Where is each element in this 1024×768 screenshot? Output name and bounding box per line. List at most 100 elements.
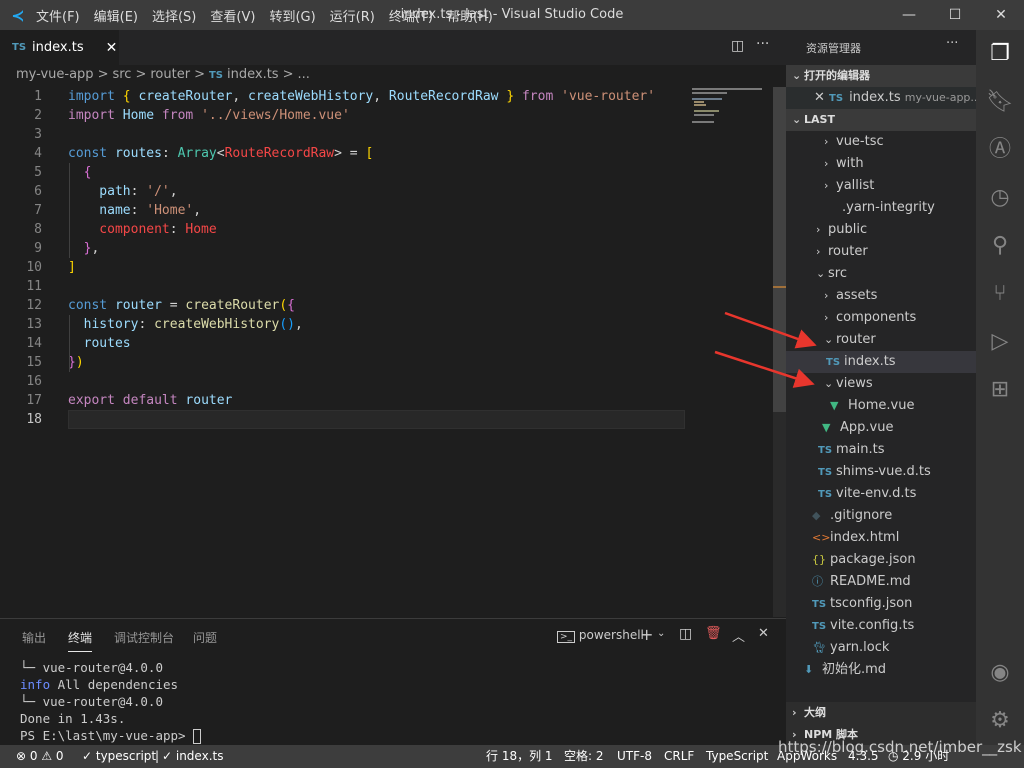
file-name: index.ts	[849, 90, 901, 105]
code-line[interactable]: history: createWebHistory(),	[68, 315, 303, 334]
open-editor-index-ts[interactable]: ✕ TS index.ts my-vue-app...	[786, 87, 981, 109]
code-line[interactable]: export default router	[68, 391, 232, 410]
code-token: [	[365, 146, 374, 161]
typescript-file-icon: TS	[818, 445, 833, 456]
code-line[interactable]: ]	[68, 258, 76, 277]
appworks-icon[interactable]: Ⓐ	[976, 126, 1024, 174]
search-icon[interactable]: ⚲	[976, 222, 1024, 270]
code-line[interactable]: name: 'Home',	[68, 201, 201, 220]
source-control-icon[interactable]: ⑂	[976, 270, 1024, 318]
code-line[interactable]: })	[68, 353, 84, 372]
more-actions-icon[interactable]: ···	[756, 36, 769, 52]
line-ending[interactable]: CRLF	[664, 745, 694, 768]
terminal-selector[interactable]: >_ powershell	[557, 628, 644, 643]
timeline-icon[interactable]: ◷	[976, 174, 1024, 222]
panel-tab-terminal[interactable]: 终端	[68, 629, 93, 652]
tree-item[interactable]: ◆ .gitignore	[786, 505, 976, 527]
code-token: ,	[193, 203, 202, 218]
menu-item[interactable]: 运行(R)	[330, 6, 375, 25]
split-editor-icon[interactable]: ◫	[731, 38, 744, 54]
tree-item[interactable]: {} package.json	[786, 549, 976, 571]
menu-item[interactable]: 转到(G)	[269, 6, 315, 25]
tab-index-ts[interactable]: TS index.ts ✕	[0, 30, 119, 65]
tree-item[interactable]: › with	[786, 153, 976, 175]
explorer-icon[interactable]: ❐	[976, 30, 1024, 78]
extensions-icon[interactable]: ⊞	[976, 366, 1024, 414]
folder-section-last[interactable]: ⌄ LAST	[786, 109, 976, 131]
tree-item[interactable]: TS vite.config.ts	[786, 615, 976, 637]
breadcrumb-item[interactable]: src	[112, 67, 131, 82]
arrow-to-views	[714, 350, 815, 388]
menu-bar: 文件(F) 编辑(E) 选择(S) 查看(V) 转到(G) 运行(R) 终端(T) 帮助(H)	[36, 6, 507, 25]
breadcrumb-item[interactable]: router	[150, 67, 190, 82]
code-line[interactable]: {	[68, 163, 92, 182]
tree-item[interactable]: › router	[786, 241, 976, 263]
menu-item[interactable]: 终端(T)	[389, 6, 433, 25]
line-number: 2	[34, 108, 42, 123]
tree-item[interactable]: › yallist	[786, 175, 976, 197]
file-check[interactable]: ✓ index.ts	[162, 745, 223, 768]
cursor-position[interactable]: 行 18，列 1	[486, 745, 553, 768]
typescript-check[interactable]: ✓ typescript	[82, 745, 156, 768]
tree-item[interactable]: ▼ App.vue	[786, 417, 976, 439]
code-line[interactable]: routes	[68, 334, 131, 353]
tree-item[interactable]: TS tsconfig.json	[786, 593, 976, 615]
tree-item[interactable]: › public	[786, 219, 976, 241]
open-editors-section[interactable]: ⌄ 打开的编辑器	[786, 65, 976, 87]
code-line[interactable]: component: Home	[68, 220, 216, 239]
menu-item[interactable]: 选择(S)	[152, 6, 196, 25]
tree-item[interactable]: ⬇ 初始化.md	[786, 659, 976, 681]
panel-tab-output[interactable]: 输出	[22, 629, 46, 646]
minimize-button[interactable]: —	[886, 0, 932, 30]
code-token: path	[68, 184, 131, 199]
code-line[interactable]: import { createRouter, createWebHistory,…	[68, 87, 655, 106]
tree-item[interactable]: .yarn-integrity	[786, 197, 976, 219]
maximize-button[interactable]: ☐	[932, 0, 978, 30]
bookmark-icon[interactable]: 🔖︎	[976, 78, 1024, 126]
account-icon[interactable]: ◉	[976, 649, 1024, 697]
panel-tab-problems[interactable]: 问题	[193, 629, 217, 646]
breadcrumb-item[interactable]: ...	[297, 67, 309, 82]
close-panel-icon[interactable]: ✕	[758, 626, 769, 641]
terminal-line: info All dependencies	[20, 676, 178, 693]
code-token: RouteRecordRaw	[388, 89, 499, 104]
trash-icon[interactable]: 🗑	[705, 626, 722, 641]
problems-indicator[interactable]: ⊗ 0 ⚠ 0	[16, 745, 64, 768]
close-icon[interactable]: ✕	[814, 90, 829, 105]
code-line[interactable]: },	[68, 239, 100, 258]
run-debug-icon[interactable]: ▷	[976, 318, 1024, 366]
code-line[interactable]: path: '/',	[68, 182, 177, 201]
tree-item[interactable]: 🐈︎ yarn.lock	[786, 637, 976, 659]
code-line[interactable]: import Home from '../views/Home.vue'	[68, 106, 350, 125]
tree-item[interactable]: › vue-tsc	[786, 131, 976, 153]
panel-tab-debug-console[interactable]: 调试控制台	[114, 629, 174, 646]
chevron-down-icon[interactable]: ⌄	[657, 628, 665, 639]
tree-item[interactable]: TS main.ts	[786, 439, 976, 461]
menu-item[interactable]: 查看(V)	[210, 6, 255, 25]
tree-item[interactable]: ⌄ src	[786, 263, 976, 285]
close-window-button[interactable]: ✕	[978, 0, 1024, 30]
maximize-panel-icon[interactable]: ︿	[732, 626, 745, 645]
tree-item[interactable]: ⓘ README.md	[786, 571, 976, 593]
tree-item[interactable]: TS vite-env.d.ts	[786, 483, 976, 505]
more-actions-icon[interactable]: ···	[946, 36, 958, 51]
menu-item[interactable]: 编辑(E)	[94, 6, 138, 25]
tree-item-label: assets	[836, 288, 878, 303]
tree-item[interactable]: TS shims-vue.d.ts	[786, 461, 976, 483]
tree-item[interactable]: <>index.html	[786, 527, 976, 549]
close-tab-icon[interactable]: ✕	[106, 40, 118, 56]
language-mode[interactable]: TypeScript	[706, 745, 768, 768]
breadcrumb-item[interactable]: my-vue-app	[16, 67, 94, 82]
breadcrumb-item[interactable]: index.ts	[227, 67, 279, 82]
minimap[interactable]	[690, 87, 770, 127]
encoding[interactable]: UTF-8	[617, 745, 652, 768]
split-terminal-icon[interactable]: ◫	[679, 626, 692, 642]
outline-section[interactable]: › 大纲	[786, 702, 976, 724]
code-line[interactable]: const routes: Array<RouteRecordRaw> = [	[68, 144, 373, 163]
menu-item[interactable]: 帮助(H)	[447, 6, 493, 25]
new-terminal-icon[interactable]: +	[640, 625, 653, 644]
code-line[interactable]: const router = createRouter({	[68, 296, 295, 315]
menu-item[interactable]: 文件(F)	[36, 6, 80, 25]
tree-item-label: 初始化.md	[822, 662, 887, 677]
indentation[interactable]: 空格: 2	[564, 745, 604, 768]
